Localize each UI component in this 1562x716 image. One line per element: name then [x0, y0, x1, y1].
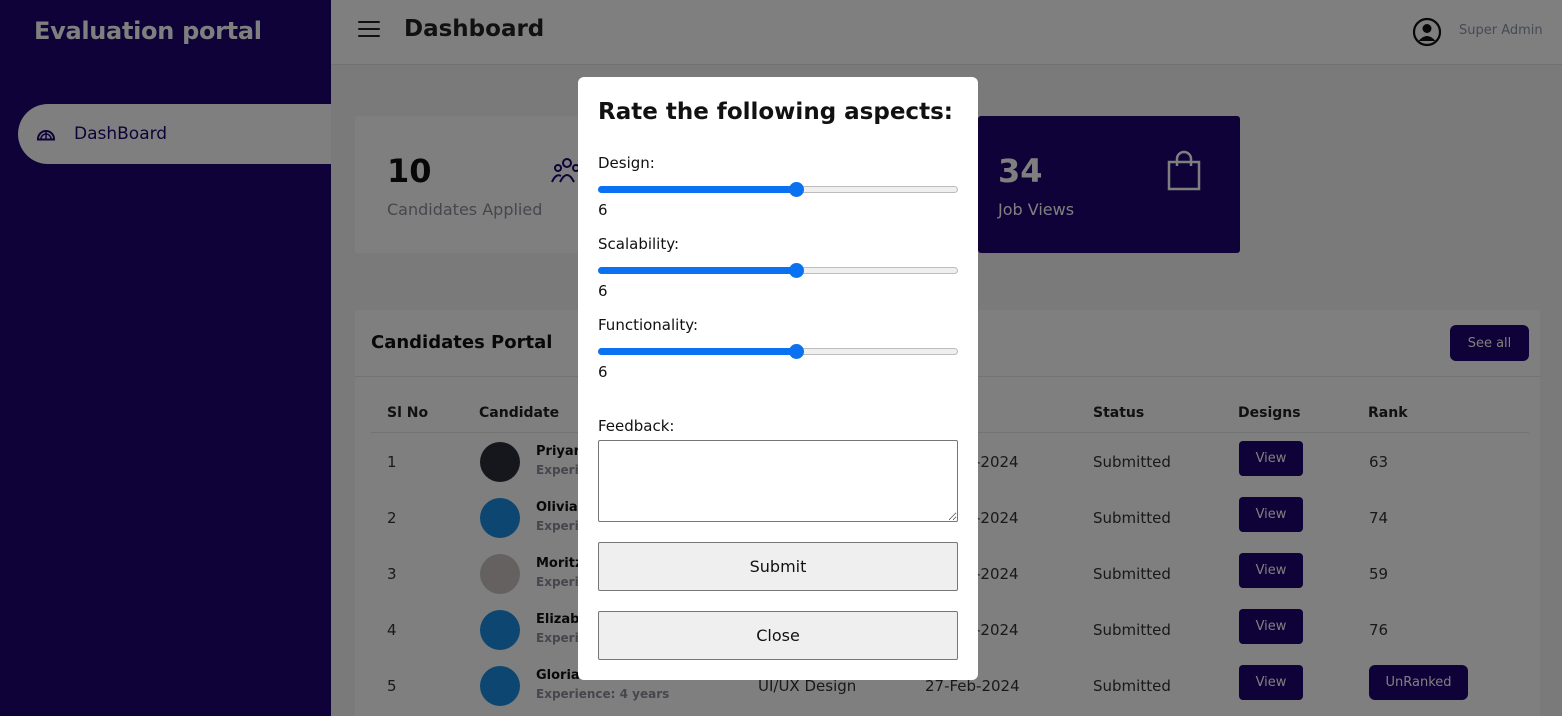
- functionality-label: Functionality:: [598, 316, 699, 334]
- feedback-label: Feedback:: [598, 417, 675, 435]
- design-slider[interactable]: [598, 181, 958, 197]
- scalability-slider[interactable]: [598, 262, 958, 278]
- scalability-value: 6: [598, 282, 608, 300]
- design-value: 6: [598, 201, 608, 219]
- rating-modal: Rate the following aspects: Design: 6 Sc…: [578, 77, 978, 680]
- modal-title: Rate the following aspects:: [598, 99, 953, 125]
- design-label: Design:: [598, 154, 655, 172]
- functionality-value: 6: [598, 363, 608, 381]
- scalability-label: Scalability:: [598, 235, 680, 253]
- functionality-slider[interactable]: [598, 343, 958, 359]
- close-button[interactable]: Close: [598, 611, 958, 660]
- feedback-field[interactable]: [598, 440, 958, 522]
- submit-button[interactable]: Submit: [598, 542, 958, 591]
